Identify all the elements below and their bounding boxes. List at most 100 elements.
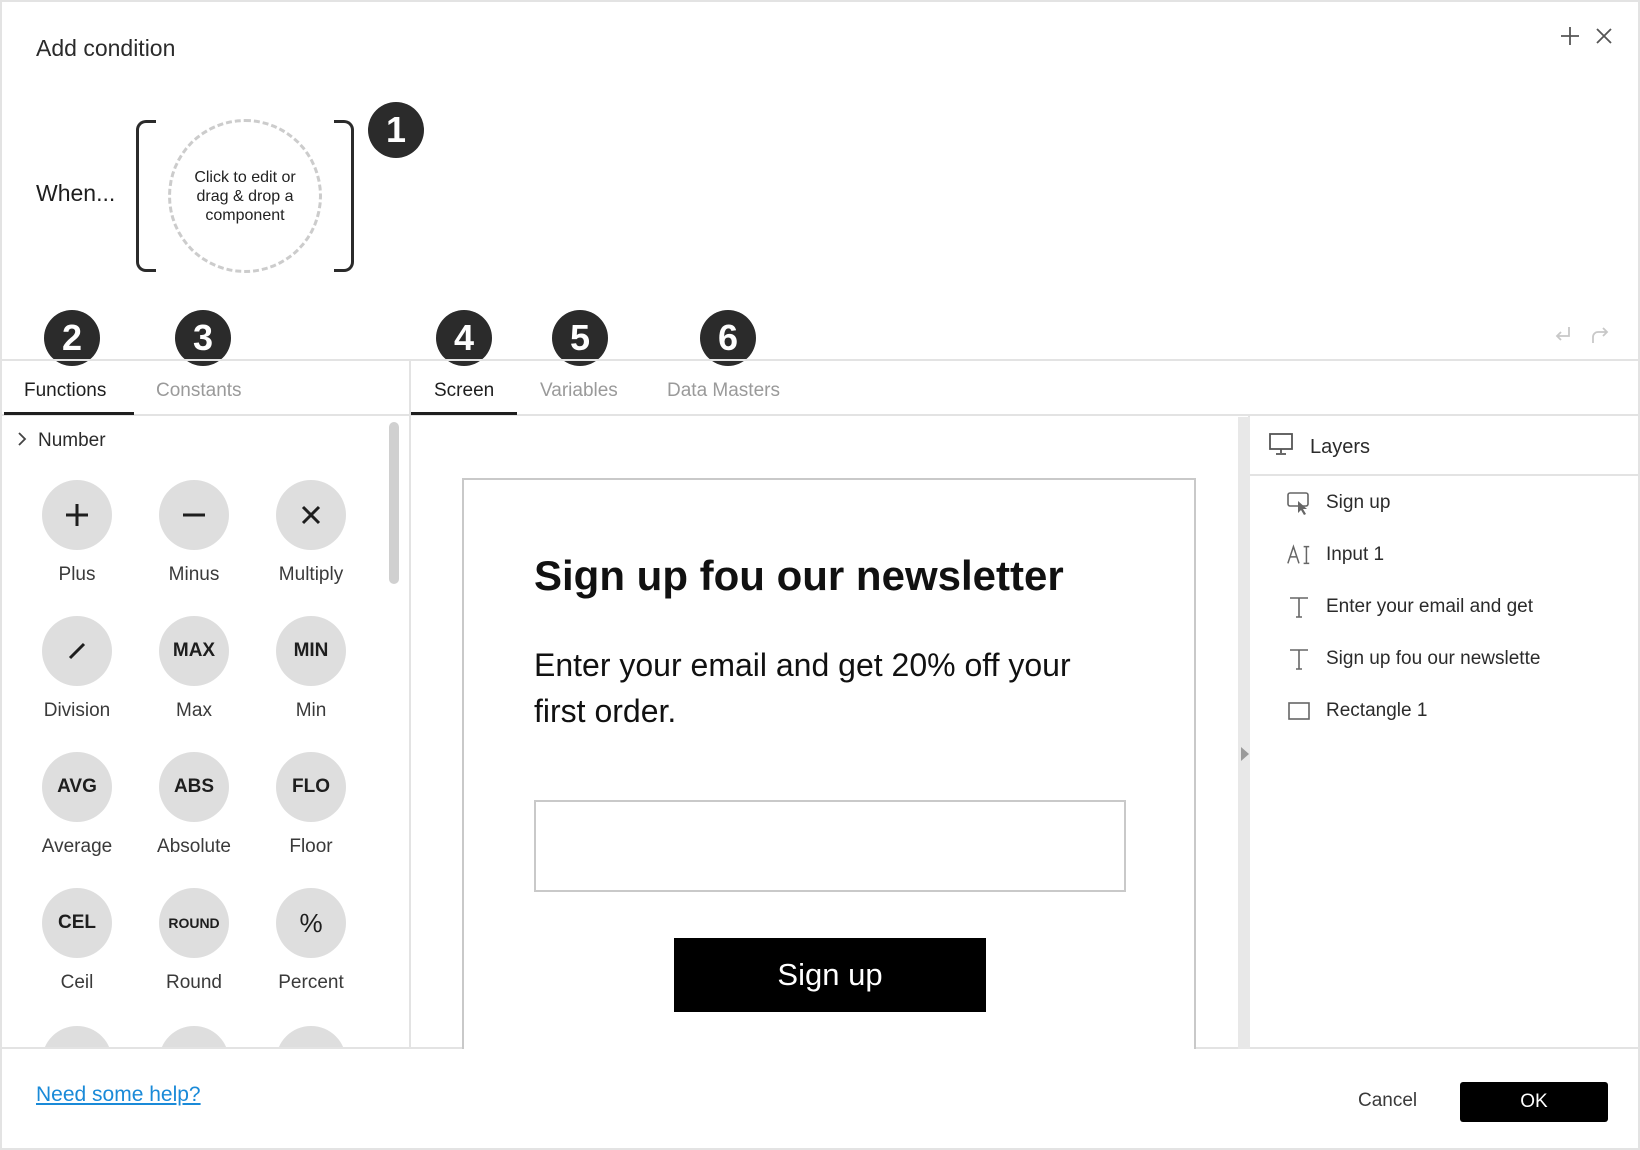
layer-label: Rectangle 1 [1326,700,1428,721]
layer-label: Enter your email and get [1326,596,1534,617]
layer-item[interactable]: Sign up fou our newslette [1286,646,1540,672]
close-icon[interactable] [1592,24,1616,48]
marker-1: 1 [368,102,424,158]
function-label: Multiply [278,564,344,585]
tab-data-masters[interactable]: Data Masters [667,380,780,414]
layer-label: Sign up [1326,492,1391,513]
function-partial[interactable] [42,1026,112,1047]
rectangle-icon [1286,698,1312,724]
input-icon [1286,542,1312,568]
signup-button[interactable]: Sign up [674,938,986,1012]
function-ceil[interactable]: CEL Ceil [22,888,132,994]
tabs-top-divider [2,359,1638,361]
undo-redo-group [1552,324,1610,346]
function-label: Min [295,700,327,721]
function-label: Minus [168,564,220,585]
max-icon: MAX [159,616,229,686]
function-percent[interactable]: % Percent [256,888,366,994]
marker-5: 5 [552,310,608,366]
percent-icon: % [276,888,346,958]
cancel-button[interactable]: Cancel [1358,1090,1417,1112]
average-icon: AVG [42,752,112,822]
newsletter-heading[interactable]: Sign up fou our newsletter [534,552,1064,600]
ok-button[interactable]: OK [1460,1082,1608,1122]
tab-constants[interactable]: Constants [156,380,242,414]
function-round[interactable]: ROUND Round [139,888,249,994]
layers-collapse-handle[interactable] [1238,417,1250,1049]
dialog-title: Add condition [36,35,176,61]
layer-item[interactable]: Sign up [1286,490,1390,516]
text-icon [1286,594,1312,620]
function-partial[interactable] [276,1026,346,1047]
layers-header: Layers [1268,432,1370,462]
collapse-arrow-icon [1241,747,1249,761]
floor-icon: FLO [276,752,346,822]
newsletter-description[interactable]: Enter your email and get 20% off your fi… [534,642,1074,734]
function-partial[interactable] [159,1026,229,1047]
right-bracket [334,120,354,272]
undo-icon[interactable] [1552,324,1574,346]
category-number[interactable]: Number [16,430,106,452]
when-label: When... [36,180,116,206]
button-icon [1286,490,1312,516]
layer-item[interactable]: Input 1 [1286,542,1384,568]
min-icon: MIN [276,616,346,686]
layers-header-divider [1250,474,1638,476]
marker-6: 6 [700,310,756,366]
left-bracket [136,120,156,272]
function-label: Max [176,700,212,721]
tab-functions-underline [4,412,134,415]
tab-screen-underline [411,412,517,415]
function-max[interactable]: MAX Max [139,616,249,722]
function-multiply[interactable]: Multiply [256,480,366,586]
multiply-icon [276,480,346,550]
dialog-top-actions [1558,24,1616,48]
round-icon: ROUND [159,888,229,958]
help-link[interactable]: Need some help? [36,1083,201,1107]
function-label: Floor [289,836,333,857]
email-input[interactable] [534,800,1126,892]
function-label: Plus [58,564,96,585]
function-label: Average [41,836,113,857]
text-icon [1286,646,1312,672]
function-floor[interactable]: FLO Floor [256,752,366,858]
layers-title: Layers [1310,435,1371,458]
chevron-right-icon [16,430,28,452]
function-label: Division [43,700,111,721]
add-condition-dialog: Add condition When... Click to edit or d… [0,0,1640,1150]
tab-functions[interactable]: Functions [24,380,106,414]
condition-drop-zone[interactable]: Click to edit or drag & drop a component [168,119,322,273]
left-panel-divider [409,359,411,1049]
layer-label: Sign up fou our newslette [1326,648,1541,669]
functions-next-row-clip [2,1022,407,1047]
tab-variables[interactable]: Variables [540,380,618,414]
function-average[interactable]: AVG Average [22,752,132,858]
function-division[interactable]: Division [22,616,132,722]
absolute-icon: ABS [159,752,229,822]
layer-item[interactable]: Enter your email and get [1286,594,1533,620]
screen-canvas: Sign up fou our newsletter Enter your em… [414,417,1236,1049]
function-label: Percent [278,972,344,993]
marker-3: 3 [175,310,231,366]
function-minus[interactable]: Minus [139,480,249,586]
monitor-icon [1268,432,1294,462]
marker-4: 4 [436,310,492,366]
ceil-icon: CEL [42,888,112,958]
function-absolute[interactable]: ABS Absolute [139,752,249,858]
function-label: Round [166,972,222,993]
layer-label: Input 1 [1326,544,1385,565]
division-icon [42,616,112,686]
tabs-bottom-divider [2,414,1638,416]
redo-icon[interactable] [1588,324,1610,346]
tab-screen[interactable]: Screen [434,380,494,414]
plus-icon [42,480,112,550]
plus-icon[interactable] [1558,24,1582,48]
function-label: Absolute [157,836,231,857]
functions-scrollbar[interactable] [389,422,399,584]
screen-frame[interactable]: Sign up fou our newsletter Enter your em… [462,478,1196,1049]
marker-2: 2 [44,310,100,366]
layer-item[interactable]: Rectangle 1 [1286,698,1427,724]
function-label: Ceil [60,972,94,993]
function-plus[interactable]: Plus [22,480,132,586]
function-min[interactable]: MIN Min [256,616,366,722]
